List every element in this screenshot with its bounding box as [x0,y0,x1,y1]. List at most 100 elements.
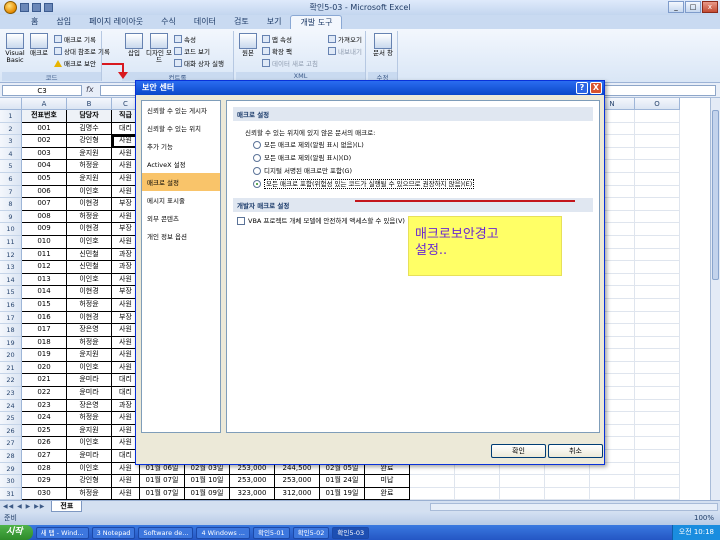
select-all-corner[interactable] [0,98,22,110]
grid-cell[interactable] [635,462,680,476]
row-header[interactable]: 20 [0,349,22,362]
grid-cell[interactable]: 004 [22,160,67,173]
radio-dot[interactable] [253,180,261,188]
grid-cell[interactable]: 윤미라 [67,387,112,400]
grid-cell[interactable]: 강인형 [67,475,112,488]
grid-cell[interactable]: 허정윤 [67,412,112,425]
record-macro-button[interactable]: 매크로 기록 [54,34,96,44]
grid-cell[interactable]: 01월 07일 [140,475,185,488]
row-header[interactable]: 31 [0,487,22,500]
grid-cell[interactable] [635,198,680,211]
column-header[interactable]: O [635,98,680,110]
grid-cell[interactable]: 028 [22,462,67,476]
row-header[interactable]: 21 [0,361,22,375]
relative-reference-button[interactable]: 상대 참조로 기록 [54,46,110,56]
taskbar-item[interactable]: 4 Windows ... [196,526,250,539]
grid-cell[interactable]: 01월 10일 [185,475,230,488]
grid-cell[interactable]: 윤지원 [67,172,112,186]
sidebar-item-1[interactable]: 신뢰할 수 있는 위치 [142,119,220,137]
grid-cell[interactable]: 이현경 [67,286,112,299]
macro-option-radio[interactable]: 모든 매크로 제외(알림 표시 없음)(L) [253,141,599,150]
grid-cell[interactable] [635,374,680,388]
expansion-packs-button[interactable]: 확장 팩 [262,46,292,56]
row-header[interactable]: 19 [0,336,22,350]
macro-option-radio[interactable]: 모든 매크로 제외(알림 표시)(D) [253,154,599,163]
row-header[interactable]: 27 [0,437,22,451]
grid-cell[interactable] [590,475,635,488]
grid-cell[interactable]: 이인호 [67,185,112,199]
row-header[interactable]: 24 [0,399,22,413]
grid-cell[interactable] [455,487,500,500]
checkbox-box[interactable] [237,217,245,225]
macro-option-radio[interactable]: 모든 매크로 포함(위험성 있는 코드가 실행될 수 있으므로 권장하지 않음)… [253,179,599,189]
grid-cell[interactable]: 윤지원 [67,349,112,362]
row-header[interactable]: 9 [0,210,22,224]
grid-cell[interactable]: 신민철 [67,248,112,262]
grid-cell[interactable] [545,487,590,500]
row-header[interactable]: 30 [0,475,22,488]
row-header[interactable]: 18 [0,324,22,337]
grid-cell[interactable]: 01월 19일 [320,487,365,500]
horizontal-scrollbar[interactable] [430,503,718,511]
sidebar-item-7[interactable]: 개인 정보 옵션 [142,227,220,245]
dialog-close-button[interactable]: X [590,82,602,94]
taskbar-item[interactable]: 확인5-03 [332,526,370,539]
taskbar-item[interactable]: 새 탭 - Wind... [35,526,89,539]
grid-cell[interactable]: 장은영 [67,324,112,337]
grid-cell[interactable]: 01월 24일 [320,475,365,488]
grid-cell[interactable]: 윤지원 [67,424,112,438]
grid-cell[interactable] [455,475,500,488]
macro-security-button[interactable]: 매크로 보안 [54,58,96,68]
grid-cell[interactable]: 013 [22,273,67,287]
grid-cell[interactable]: 011 [22,248,67,262]
tab-3[interactable]: 수식 [152,15,185,29]
row-header[interactable]: 14 [0,273,22,287]
row-header[interactable]: 16 [0,298,22,312]
row-header[interactable]: 12 [0,248,22,262]
grid-cell[interactable]: 이현경 [67,311,112,325]
grid-cell[interactable]: 신민철 [67,261,112,274]
sheet-nav-arrows[interactable]: ◀◀ ◀ ▶ ▶▶ [3,503,45,510]
grid-cell[interactable] [635,172,680,186]
grid-cell[interactable] [635,311,680,325]
insert-control-button[interactable]: 삽입 [124,33,144,57]
row-header[interactable]: 13 [0,261,22,274]
grid-cell[interactable] [635,135,680,148]
row-header[interactable]: 1 [0,110,22,123]
xml-export-button[interactable]: 내보내기 [328,46,362,56]
grid-cell[interactable]: 020 [22,361,67,375]
vertical-scrollbar[interactable] [710,98,720,500]
grid-cell[interactable]: 01월 07일 [140,487,185,500]
grid-cell[interactable]: 이현경 [67,198,112,211]
grid-cell[interactable]: 이인호 [67,273,112,287]
close-window-button[interactable]: x [702,1,718,13]
grid-cell[interactable] [500,487,545,500]
grid-cell[interactable] [635,122,680,136]
grid-cell[interactable]: 완료 [365,487,410,500]
grid-cell[interactable]: 미납 [365,475,410,488]
grid-cell[interactable] [410,475,455,488]
grid-cell[interactable]: 강인형 [67,135,112,148]
tab-0[interactable]: 홈 [22,15,47,29]
sidebar-item-4[interactable]: 매크로 설정 [142,173,220,191]
document-panel-button[interactable]: 문서 창 [371,33,395,57]
scroll-thumb[interactable] [712,110,719,280]
design-mode-button[interactable]: 디자인 모드 [146,33,172,64]
grid-cell[interactable]: 021 [22,374,67,388]
help-button[interactable]: ? [576,82,588,94]
row-header[interactable]: 3 [0,135,22,148]
grid-cell[interactable] [635,210,680,224]
grid-cell[interactable]: 담당자 [67,110,112,123]
row-header[interactable]: 8 [0,198,22,211]
row-header[interactable]: 28 [0,450,22,463]
grid-cell[interactable]: 허정윤 [67,298,112,312]
radio-dot[interactable] [253,154,261,162]
properties-button[interactable]: 속성 [174,34,196,44]
row-header[interactable]: 29 [0,462,22,476]
grid-cell[interactable]: 323,000 [230,487,275,500]
grid-cell[interactable]: 026 [22,437,67,451]
sheet-tab[interactable]: 전표 [51,501,83,512]
grid-cell[interactable]: 전표번호 [22,110,67,123]
grid-cell[interactable]: 005 [22,172,67,186]
visual-basic-button[interactable]: Visual Basic [4,33,26,64]
